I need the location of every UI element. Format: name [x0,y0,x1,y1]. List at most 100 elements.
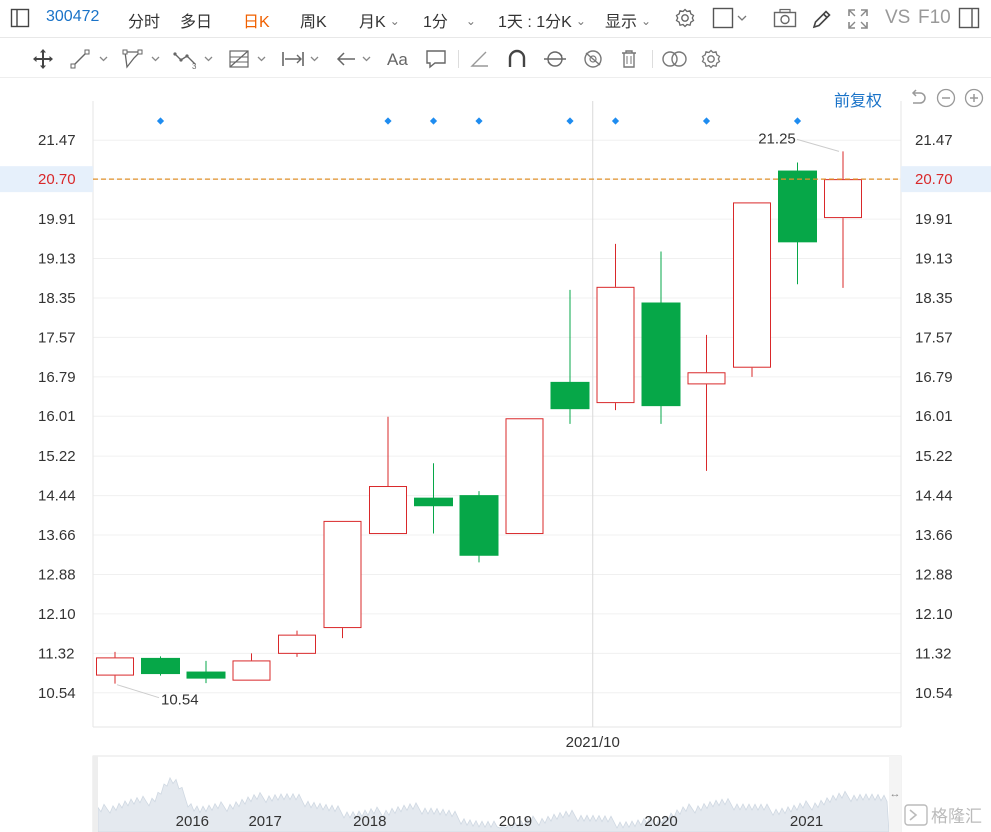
event-marker[interactable] [566,117,574,125]
chevron-down-icon: ⌄ [641,14,652,28]
y-tick-label-left: 19.13 [38,251,76,268]
candle-up[interactable] [96,651,134,684]
candle-down[interactable] [641,251,681,424]
overlay-toggle[interactable] [712,7,750,34]
tab-intraday[interactable]: 分时 [128,8,160,32]
navigator-drag-icon[interactable]: ↔ [890,788,901,800]
measure-tool-icon[interactable] [281,48,325,70]
candle-body [778,170,817,243]
y-tick-label-left: 15.22 [38,448,76,465]
minute-dropdown[interactable]: 1分 ⌄ [423,8,476,32]
y-tick-label-right: 15.22 [915,448,953,465]
candle-up[interactable] [596,243,635,411]
candlestick-chart[interactable]: 21.47 20.70 19.91 19.13 18.35 17.57 16.79 16.01… [0,78,991,832]
candle-down[interactable] [778,162,817,285]
tab-multi-day[interactable]: 多日 [180,8,212,32]
wave-tool-icon[interactable]: 3 [173,48,219,70]
event-markers [156,117,802,125]
candle-up[interactable] [733,202,771,377]
vs-compare-button[interactable]: VS [885,7,910,29]
dropdown-label: 显示 [605,14,638,31]
event-marker[interactable] [475,117,483,125]
navigator-left-handle[interactable] [93,756,98,832]
hide-drawings-icon[interactable] [581,48,605,70]
x-tick-label: 2018 [353,813,386,830]
side-panel-icon[interactable] [958,7,980,34]
y-tick-label-left: 16.79 [38,369,76,386]
y-axis-left: 21.47 20.70 19.91 19.13 18.35 17.57 16.79 16.01… [38,132,76,702]
tab-weekly-k[interactable]: 周K [300,8,327,32]
candle-down[interactable] [459,491,499,563]
polyline-tool-icon[interactable] [122,48,166,70]
magnet-tool-icon[interactable] [505,48,529,70]
fibonacci-tool-icon[interactable] [228,48,272,70]
camera-icon[interactable] [773,8,797,33]
candle-up[interactable] [505,418,544,535]
line-tool-icon[interactable] [70,48,112,70]
event-marker[interactable] [384,117,392,125]
min-price-label: 10.54 [161,692,199,709]
crosshair-date-label: 2021/10 [566,734,620,751]
display-dropdown[interactable]: 显示 ⌄ [605,8,651,32]
settings-gear-icon[interactable] [674,7,696,34]
candle-body [733,202,771,368]
candle-down[interactable] [141,656,180,676]
candle-up[interactable] [278,630,316,657]
candle-up[interactable] [824,151,862,288]
y-tick-label-right: 14.44 [915,488,953,505]
candle-body [278,634,316,654]
event-marker[interactable] [156,117,165,125]
candle-down[interactable] [186,660,226,684]
x-tick-label: 2020 [644,813,677,830]
period-dropdown[interactable]: 1天 : 1分K ⌄ [498,8,586,32]
candle-up[interactable] [369,416,407,535]
event-marker[interactable] [793,117,802,125]
y-tick-label-right: 10.54 [915,685,953,702]
candle-body [369,486,407,535]
event-marker[interactable] [611,117,620,125]
comment-tool-icon[interactable] [424,48,448,70]
x-tick-label: 2021 [790,813,823,830]
candle-body [232,660,271,681]
candle-down[interactable] [414,463,453,534]
fullscreen-icon[interactable] [847,8,869,35]
event-marker[interactable] [702,117,711,125]
y-tick-label-right: 16.01 [915,408,953,425]
tab-daily-k[interactable]: 日K [243,8,270,32]
candle-body [641,302,681,407]
candle-up[interactable] [323,520,362,639]
y-tick-label-right: 18.35 [915,290,953,307]
candle-up[interactable] [687,334,726,471]
candle-body [596,286,635,404]
text-tool-icon[interactable]: Aa [386,48,412,70]
move-tool-icon[interactable] [32,48,54,70]
candle-up[interactable] [232,653,271,681]
y-tick-label-left: 13.66 [38,527,76,544]
y-tick-label-left: 14.44 [38,488,76,505]
drawing-settings-gear-icon[interactable] [700,48,722,70]
y-tick-label-left: 19.91 [38,211,76,228]
max-price-label: 21.25 [758,130,796,147]
sidebar-toggle-icon[interactable] [10,7,30,34]
candle-body [96,657,134,676]
compare-circles-icon[interactable] [661,48,689,70]
y-tick-label-right: 13.66 [915,527,953,544]
candle-body [414,497,453,507]
y-tick-label-left: 12.10 [38,606,76,623]
stock-code[interactable]: 300472 [46,8,99,26]
y-tick-label-left: 21.47 [38,132,76,149]
pencil-icon[interactable] [811,8,833,35]
trash-icon[interactable] [618,48,640,70]
watermark-text: 格隆汇 [931,807,982,827]
event-marker[interactable] [429,117,438,125]
sync-tool-icon[interactable] [542,48,568,70]
y-tick-label-right: 16.79 [915,369,953,386]
svg-text:3: 3 [192,62,197,70]
f10-button[interactable]: F10 [918,7,951,29]
chevron-down-icon: ⌄ [465,14,476,28]
candle-body [141,657,180,675]
candle-down[interactable] [550,289,590,424]
arrow-tool-icon[interactable] [335,48,379,70]
monthly-k-dropdown[interactable]: 月K ⌄ [359,8,400,32]
angle-tool-icon[interactable] [468,48,492,70]
